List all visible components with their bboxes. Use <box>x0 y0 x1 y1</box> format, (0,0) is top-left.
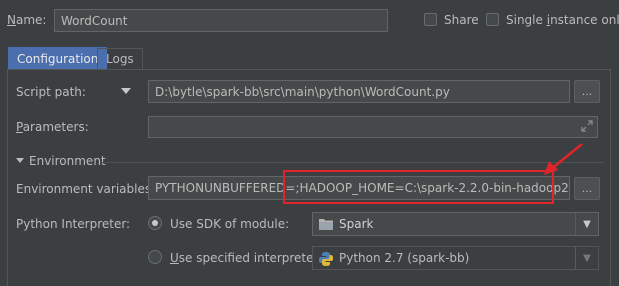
tab-logs[interactable]: Logs <box>97 48 143 69</box>
single-instance-label: Single instance only <box>506 13 619 27</box>
name-label-mnemonic: N <box>7 13 16 27</box>
use-sdk-label: Use SDK of module: <box>170 217 290 231</box>
parameters-label-mnemonic: P <box>16 120 23 134</box>
env-vars-browse-label: ... <box>581 182 593 195</box>
script-path-browse-label: ... <box>581 85 593 98</box>
share-label: Share <box>444 13 479 27</box>
parameters-input[interactable] <box>148 116 598 138</box>
script-path-value: D:\bytle\spark-bb\src\main\python\WordCo… <box>155 84 450 99</box>
env-vars-browse-button[interactable]: ... <box>574 177 600 200</box>
single-instance-label-b: nstance only <box>550 13 619 27</box>
sdk-module-value: Spark <box>339 217 374 231</box>
use-specified-mnemonic: U <box>170 251 179 265</box>
parameters-label-rest: arameters: <box>22 120 89 134</box>
name-label: Name: <box>7 13 46 27</box>
chevron-down-icon[interactable] <box>121 88 131 94</box>
environment-section-label: Environment <box>29 154 106 168</box>
name-input[interactable]: WordCount <box>54 9 388 32</box>
env-vars-value-part1: PYTHONUNBUFFERED= <box>155 181 296 195</box>
dropdown-arrow-icon-disabled: ▼ <box>575 247 598 269</box>
collapse-triangle-icon[interactable] <box>16 158 24 163</box>
folder-icon <box>319 218 333 230</box>
script-path-label: Script path: <box>16 85 86 99</box>
interpreter-select[interactable]: Python 2.7 (spark-bb) ▼ <box>312 246 599 270</box>
use-specified-label-rest: se specified interpreter: <box>178 251 323 265</box>
use-specified-label: Use specified interpreter: <box>170 251 322 265</box>
parameters-label: Parameters: <box>16 120 89 134</box>
share-checkbox[interactable] <box>424 13 437 26</box>
python-icon <box>318 251 334 267</box>
expand-icon[interactable] <box>580 119 594 133</box>
python-interpreter-label: Python Interpreter: <box>16 217 131 231</box>
env-vars-label: Environment variables: <box>16 182 156 196</box>
single-instance-label-a: Single <box>506 13 547 27</box>
dropdown-arrow-icon: ▼ <box>575 213 598 235</box>
tab-configuration[interactable]: Configuration <box>8 47 108 69</box>
sdk-module-select[interactable]: Spark ▼ <box>312 212 599 236</box>
script-path-input[interactable]: D:\bytle\spark-bb\src\main\python\WordCo… <box>148 80 570 103</box>
tab-configuration-label: Configuration <box>17 51 99 66</box>
name-label-rest: ame: <box>15 13 47 27</box>
section-divider <box>100 162 604 163</box>
single-instance-checkbox[interactable] <box>486 13 499 26</box>
tab-logs-label: Logs <box>106 52 134 66</box>
interpreter-value: Python 2.7 (spark-bb) <box>339 251 470 265</box>
highlight-box <box>283 170 554 204</box>
script-path-browse-button[interactable]: ... <box>574 80 600 103</box>
use-specified-radio[interactable] <box>148 250 162 264</box>
name-value: WordCount <box>61 13 128 28</box>
use-sdk-radio[interactable] <box>148 216 162 230</box>
annotation-arrow-icon <box>544 143 583 175</box>
